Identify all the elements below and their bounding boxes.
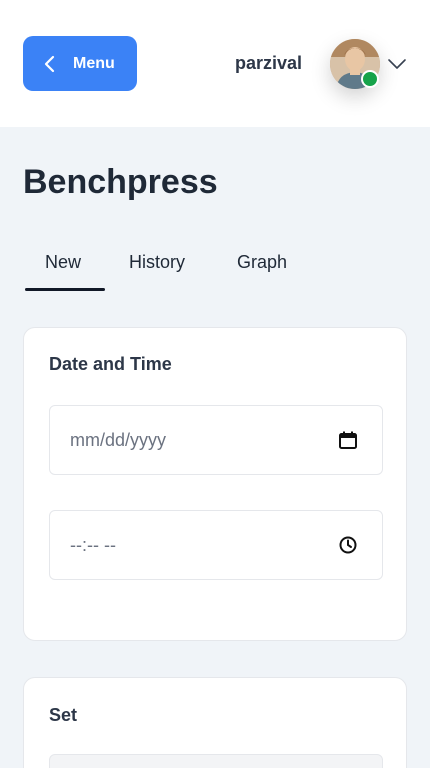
menu-button[interactable]: Menu xyxy=(23,36,137,91)
set-card-title: Set xyxy=(49,705,78,725)
time-input[interactable]: --:-- -- xyxy=(49,510,383,580)
date-time-card-title: Date and Time xyxy=(49,354,172,374)
online-status-dot xyxy=(361,70,379,88)
date-input[interactable]: mm/dd/yyyy xyxy=(49,405,383,475)
set-input[interactable] xyxy=(49,754,383,768)
chevron-left-icon xyxy=(44,55,55,73)
set-card: Set xyxy=(23,677,407,768)
time-placeholder: --:-- -- xyxy=(70,535,116,555)
page-title: Benchpress xyxy=(23,163,218,201)
clock-icon[interactable] xyxy=(338,535,358,555)
date-time-card: Date and Time mm/dd/yyyy --:-- -- xyxy=(23,327,407,641)
tab-graph[interactable]: Graph xyxy=(237,252,287,273)
active-tab-indicator xyxy=(25,288,105,291)
calendar-icon[interactable] xyxy=(338,430,358,450)
tab-new[interactable]: New xyxy=(45,252,81,273)
top-bar: Menu parzival xyxy=(0,0,430,127)
tab-history[interactable]: History xyxy=(129,252,185,273)
chevron-down-icon[interactable] xyxy=(387,57,407,71)
username[interactable]: parzival xyxy=(235,53,302,74)
date-placeholder: mm/dd/yyyy xyxy=(70,430,167,450)
menu-button-label: Menu xyxy=(73,55,115,72)
